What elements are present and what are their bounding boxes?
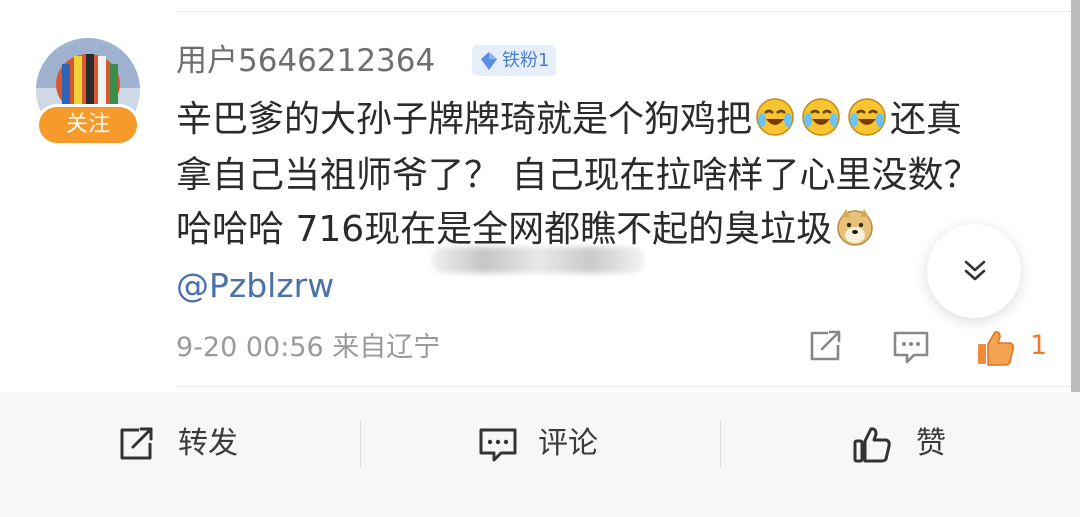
repost-icon [120, 427, 153, 460]
comment-button[interactable]: 评论 [360, 392, 720, 496]
top-divider [176, 11, 1080, 12]
fan-badge: 铁粉1 [472, 45, 556, 76]
like-button[interactable]: 赞 [720, 392, 1080, 496]
thumbs-up-icon [853, 427, 891, 463]
bottom-action-bar: 转发 评论 赞 [0, 392, 1080, 517]
scrollbar-edge [1071, 0, 1080, 392]
comment-meta: 9-20 00:56 来自辽宁 [176, 328, 440, 368]
comment-line-2: 拿自己当祖师爷了？ 自己现在拉啥样了心里没数？ [176, 155, 980, 196]
fan-badge-label: 铁粉1 [502, 50, 550, 71]
thumbs-up-icon[interactable] [976, 329, 1016, 367]
comment-divider [176, 386, 1071, 387]
comment-text-3: 哈哈哈 716现在是全网都瞧不起的臭垃圾 [176, 209, 833, 250]
comment-label: 评论 [538, 426, 598, 461]
comment-line-1: 辛巴爹的大孙子牌牌琦就是个狗鸡把 还真 [176, 92, 962, 148]
comment-icon [479, 428, 517, 462]
username[interactable]: 用户5646212364 [176, 40, 435, 82]
laugh-cry-emoji-icon [847, 97, 887, 137]
double-chevron-down-icon [964, 260, 986, 281]
weibo-comment-screen: 关注 用户5646212364 铁粉1 辛巴爹的大孙子牌牌琦就是个狗鸡把 还真 拿… [0, 0, 1080, 517]
repost-label: 转发 [178, 426, 238, 461]
expand-button[interactable] [927, 224, 1021, 318]
comment-text-1b: 还真 [890, 99, 963, 140]
mention-link[interactable]: @Pzblzrw [176, 262, 334, 310]
like-label: 赞 [916, 426, 946, 461]
repost-button[interactable]: 转发 [0, 392, 360, 496]
doge-emoji-icon [835, 207, 875, 247]
blurred-text [432, 247, 644, 273]
follow-button[interactable]: 关注 [36, 104, 140, 146]
source-location: 来自辽宁 [332, 332, 441, 363]
repost-icon[interactable] [808, 329, 844, 363]
comment-text-1: 辛巴爹的大孙子牌牌琦就是个狗鸡把 [176, 99, 753, 140]
diamond-icon [480, 50, 498, 81]
timestamp: 9-20 00:56 [176, 332, 324, 363]
comment-icon[interactable] [892, 329, 930, 365]
like-count: 1 [1030, 330, 1048, 361]
laugh-cry-emoji-icon [801, 97, 841, 137]
laugh-cry-emoji-icon [755, 97, 795, 137]
